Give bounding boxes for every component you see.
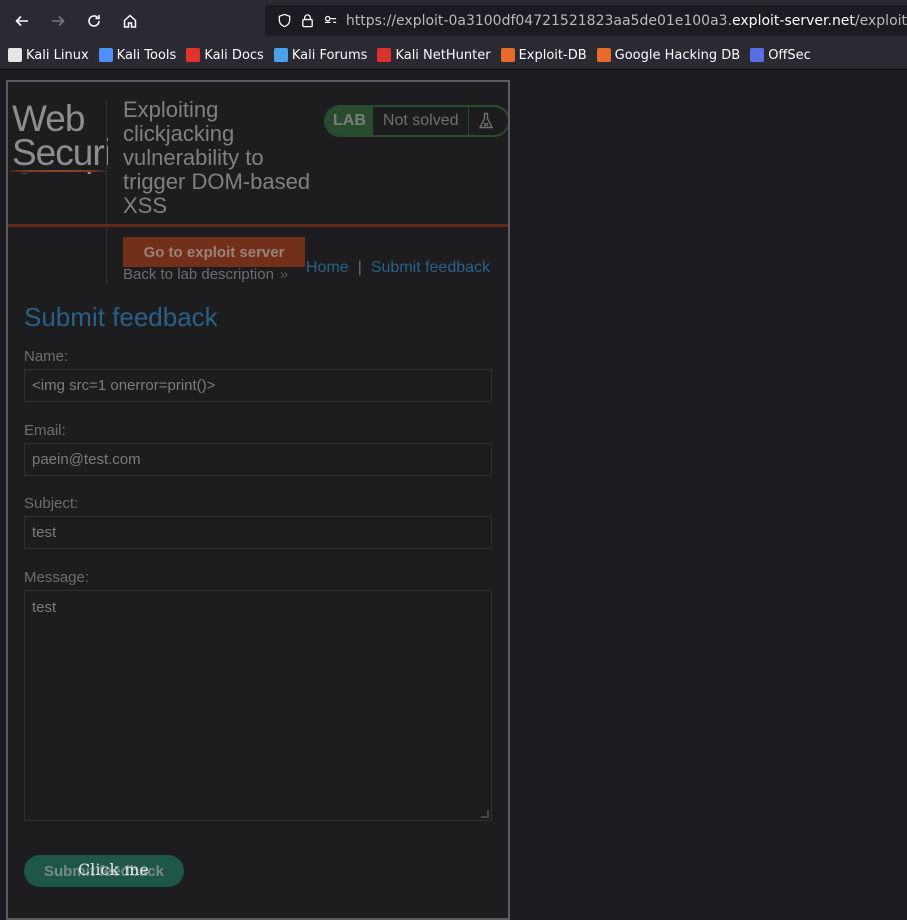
lab-title: Exploiting clickjacking vulnerability to… (123, 97, 311, 218)
back-link-label: Back to lab description (123, 266, 274, 283)
email-label: Email: (24, 422, 66, 439)
go-to-exploit-server-button[interactable]: Go to exploit server (123, 237, 305, 267)
url-prefix: https://exploit-0a3100df04721521823aa5de… (345, 12, 733, 29)
form-title: Submit feedback (24, 302, 218, 332)
browser-toolbar: https://exploit-0a3100df04721521823aa5de… (0, 0, 907, 41)
bookmark-kali-linux[interactable]: Kali Linux (8, 48, 89, 63)
bookmark-label: Kali Forums (291, 47, 368, 63)
top-nav: Home | Submit feedback (306, 259, 490, 277)
shield-icon[interactable] (273, 13, 296, 28)
home-icon[interactable] (112, 5, 148, 37)
url-text: https://exploit-0a3100df04721521823aa5de… (346, 13, 907, 29)
header-rule (8, 224, 508, 227)
email-field[interactable]: paein@test.com (24, 443, 492, 476)
bookmark-label: Kali NetHunter (395, 47, 491, 63)
lock-icon[interactable] (296, 13, 319, 28)
resize-grip-icon[interactable] (481, 810, 489, 818)
bookmark-label: OffSec (768, 47, 811, 63)
url-path: /exploit (854, 12, 907, 29)
lab-badge-label: LAB (326, 107, 373, 135)
forward-icon[interactable] (40, 5, 76, 37)
url-domain: exploit-server.net (732, 12, 855, 29)
url-bar[interactable]: https://exploit-0a3100df04721521823aa5de… (265, 5, 907, 36)
name-label: Name: (24, 348, 69, 365)
click-me-decoy[interactable]: Click me (78, 860, 149, 879)
bookmark-offsec[interactable]: OffSec (750, 48, 811, 63)
bookmark-kali-nethunter[interactable]: Kali NetHunter (377, 47, 491, 63)
nav-separator: | (357, 259, 362, 276)
flask-icon (469, 112, 503, 130)
exploit-db-icon (500, 48, 515, 62)
message-label: Message: (24, 569, 90, 586)
subject-label: Subject: (24, 495, 79, 512)
nav-home-link[interactable]: Home (306, 259, 349, 276)
kali-docs-icon (186, 48, 201, 62)
bookmark-label: Kali Docs (204, 47, 264, 63)
bookmark-label: Kali Linux (26, 47, 89, 63)
target-iframe[interactable]: Web SecurityAcademy Exploiting clickjack… (6, 80, 510, 920)
back-icon[interactable] (4, 5, 40, 37)
bookmark-kali-forums[interactable]: Kali Forums (273, 47, 368, 63)
web-security-academy-logo: Web SecurityAcademy (12, 102, 108, 174)
lab-page: Web SecurityAcademy Exploiting clickjack… (8, 82, 508, 918)
message-field[interactable]: test (24, 590, 492, 821)
bookmark-label: Google Hacking DB (614, 47, 741, 63)
lab-status-text: Not solved (373, 107, 470, 135)
logo-underline (10, 170, 106, 172)
name-field[interactable]: <img src=1 onerror=print()> (24, 369, 492, 402)
bookmark-kali-tools[interactable]: Kali Tools (98, 47, 177, 63)
reload-icon[interactable] (76, 5, 112, 37)
kali-forums-icon (273, 48, 288, 62)
nethunter-icon (377, 48, 392, 62)
bookmark-exploit-db[interactable]: Exploit-DB (500, 47, 587, 63)
lab-status-badge: LAB Not solved (324, 105, 508, 137)
bookmark-label: Exploit-DB (518, 47, 587, 63)
bookmark-google-hacking-db[interactable]: Google Hacking DB (596, 47, 741, 63)
ghdb-icon (596, 48, 611, 62)
subject-field[interactable]: test (24, 516, 492, 549)
bookmark-kali-docs[interactable]: Kali Docs (186, 48, 264, 63)
double-chevron-icon: » (279, 266, 289, 283)
offsec-icon (750, 48, 765, 62)
nav-submit-feedback-link[interactable]: Submit feedback (371, 259, 490, 276)
kali-tools-icon (98, 48, 113, 62)
permissions-icon[interactable] (319, 13, 342, 28)
header-divider (106, 100, 107, 285)
bookmarks-bar: Kali Linux Kali Tools Kali Docs Kali Forums… (0, 41, 907, 70)
back-to-lab-description-link[interactable]: Back to lab description » (123, 266, 288, 283)
message-text: test (32, 599, 57, 616)
bookmark-label: Kali Tools (116, 47, 177, 63)
kali-dragon-icon (8, 48, 22, 62)
